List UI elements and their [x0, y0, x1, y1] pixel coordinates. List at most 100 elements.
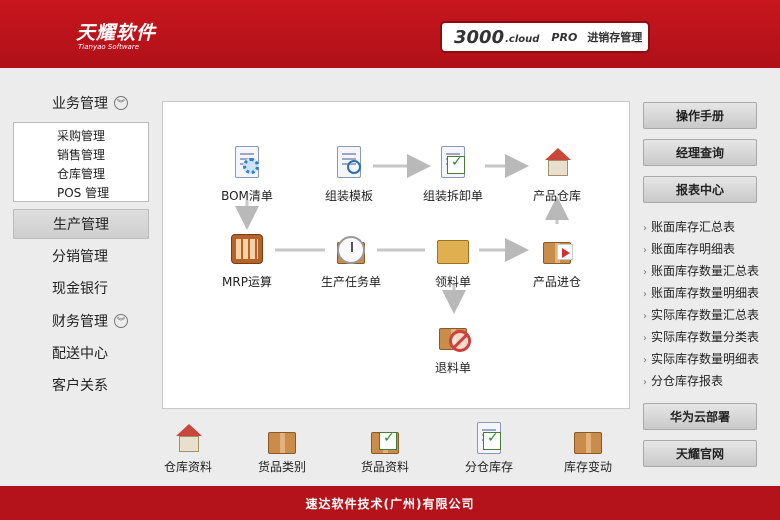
- submenu-sales[interactable]: 销售管理: [14, 146, 148, 165]
- submenu-warehouse[interactable]: 仓库管理: [14, 165, 148, 184]
- nav-cash-bank[interactable]: 现金银行: [13, 273, 149, 303]
- report-link-label: 账面库存汇总表: [651, 220, 736, 234]
- report-link-label: 分仓库存报表: [651, 374, 724, 388]
- nav-label: 分销管理: [52, 249, 108, 265]
- clock-box-icon: [331, 230, 371, 270]
- warehouse-icon: [537, 144, 577, 184]
- node-label: 生产任务单: [320, 275, 381, 289]
- report-link[interactable]: › 账面库存数量明细表: [643, 284, 759, 301]
- quick-branch-stock[interactable]: 分仓库存: [447, 420, 531, 475]
- product-number: 3000: [454, 26, 505, 48]
- report-link-label: 账面库存明细表: [651, 242, 736, 256]
- report-link-label: 账面库存数量汇总表: [651, 264, 760, 278]
- nav-label: 财务管理: [52, 314, 108, 330]
- template-icon: [329, 144, 369, 184]
- flow-node-product-warehouse[interactable]: 产品仓库: [517, 144, 597, 204]
- box-cancel-icon: [433, 316, 473, 356]
- official-site-button[interactable]: 天耀官网: [643, 440, 757, 467]
- report-center-button[interactable]: 报表中心: [643, 176, 757, 203]
- node-label: 组装拆卸单: [422, 189, 483, 203]
- flow-node-assembly-template[interactable]: 组装模板: [309, 144, 389, 204]
- expand-icon[interactable]: ︾: [114, 314, 128, 328]
- node-label: 领料单: [434, 275, 471, 289]
- quick-label: 分仓库存: [464, 460, 513, 474]
- submenu-purchase[interactable]: 采购管理: [14, 127, 148, 146]
- box-change-icon: [568, 420, 608, 456]
- business-submenu: 采购管理 销售管理 仓库管理 POS 管理: [13, 122, 149, 202]
- chevron-right-icon: ›: [643, 289, 647, 300]
- chevron-right-icon: ›: [643, 245, 647, 256]
- node-label: MRP运算: [222, 275, 272, 289]
- quick-label: 货品类别: [257, 460, 306, 474]
- product-cloud: .cloud: [505, 34, 540, 45]
- report-link[interactable]: › 分仓库存报表: [643, 372, 723, 389]
- quick-label: 仓库资料: [163, 460, 212, 474]
- nav-label: 配送中心: [52, 346, 108, 362]
- flow-node-product-inbound[interactable]: 产品进仓: [517, 230, 597, 290]
- production-flow-panel: BOM清单 组装模板 组装拆卸单 产品仓库 MRP运算 生产任务单 领料单 产品…: [162, 101, 630, 409]
- report-link[interactable]: › 账面库存数量汇总表: [643, 262, 759, 279]
- quick-label: 库存变动: [563, 460, 612, 474]
- quick-goods-category[interactable]: 货品类别: [240, 420, 324, 475]
- expand-icon[interactable]: ︾: [114, 96, 128, 110]
- nav-business-management[interactable]: 业务管理 ︾: [13, 88, 149, 118]
- quick-goods-info[interactable]: 货品资料: [343, 420, 427, 475]
- footer-company: 速达软件技术(广州)有限公司: [305, 496, 475, 511]
- quick-stock-change[interactable]: 库存变动: [552, 420, 624, 475]
- operation-manual-button[interactable]: 操作手册: [643, 102, 757, 129]
- flow-node-material-return[interactable]: 退料单: [413, 316, 493, 376]
- report-link-label: 实际库存数量明细表: [651, 352, 760, 366]
- flow-node-production-task[interactable]: 生产任务单: [311, 230, 391, 290]
- submenu-pos[interactable]: POS 管理: [14, 184, 148, 203]
- node-label: 退料单: [434, 361, 471, 375]
- flow-node-assembly-disassembly[interactable]: 组装拆卸单: [413, 144, 493, 204]
- bom-icon: [227, 144, 267, 184]
- box-stack-icon: [262, 420, 302, 456]
- node-label: 产品进仓: [532, 275, 581, 289]
- flow-node-material-requisition[interactable]: 领料单: [413, 230, 493, 290]
- report-link[interactable]: › 账面库存明细表: [643, 240, 735, 257]
- report-link[interactable]: › 实际库存数量分类表: [643, 328, 759, 345]
- company-logo: 天耀软件 Tianyao Software: [76, 18, 156, 51]
- box-check-icon: [365, 420, 405, 456]
- nav-customer-relations[interactable]: 客户关系: [13, 370, 149, 400]
- tools-document-icon: [433, 144, 473, 184]
- quick-label: 货品资料: [360, 460, 409, 474]
- report-link-label: 账面库存数量明细表: [651, 286, 760, 300]
- report-link-label: 实际库存数量分类表: [651, 330, 760, 344]
- calculator-icon: [227, 230, 267, 270]
- box-play-icon: [537, 230, 577, 270]
- flow-node-bom[interactable]: BOM清单: [207, 144, 287, 204]
- app-header: 天耀软件 Tianyao Software 3000 .cloud PRO 进销…: [0, 0, 780, 68]
- chevron-right-icon: ›: [643, 377, 647, 388]
- chevron-right-icon: ›: [643, 311, 647, 322]
- nav-delivery-center[interactable]: 配送中心: [13, 338, 149, 368]
- quick-warehouse-info[interactable]: 仓库资料: [146, 420, 230, 475]
- logo-text-cn: 天耀软件: [76, 22, 157, 44]
- nav-label: 现金银行: [52, 281, 108, 297]
- report-link[interactable]: › 实际库存数量汇总表: [643, 306, 759, 323]
- warehouse-building-icon: [168, 420, 208, 456]
- node-label: 组装模板: [324, 189, 373, 203]
- chevron-right-icon: ›: [643, 267, 647, 278]
- product-badge: 3000 .cloud PRO 进销存管理: [440, 21, 650, 53]
- nav-distribution-management[interactable]: 分销管理: [13, 241, 149, 271]
- product-name: 进销存管理: [587, 31, 643, 44]
- nav-production-management[interactable]: 生产管理: [13, 209, 149, 239]
- manager-query-button[interactable]: 经理查询: [643, 139, 757, 166]
- clipboard-check-icon: [469, 420, 509, 456]
- nav-label: 生产管理: [53, 217, 109, 233]
- chevron-right-icon: ›: [643, 355, 647, 366]
- huawei-cloud-button[interactable]: 华为云部署: [643, 403, 757, 430]
- app-footer: 速达软件技术(广州)有限公司: [0, 486, 780, 520]
- chevron-right-icon: ›: [643, 333, 647, 344]
- nav-label: 业务管理: [52, 96, 108, 112]
- product-edition: PRO: [551, 30, 578, 44]
- report-link[interactable]: › 实际库存数量明细表: [643, 350, 759, 367]
- nav-finance-management[interactable]: 财务管理 ︾: [13, 306, 149, 336]
- folder-icon: [433, 230, 473, 270]
- flow-node-mrp[interactable]: MRP运算: [207, 230, 287, 290]
- chevron-right-icon: ›: [643, 223, 647, 234]
- node-label: 产品仓库: [532, 189, 581, 203]
- report-link[interactable]: › 账面库存汇总表: [643, 218, 735, 235]
